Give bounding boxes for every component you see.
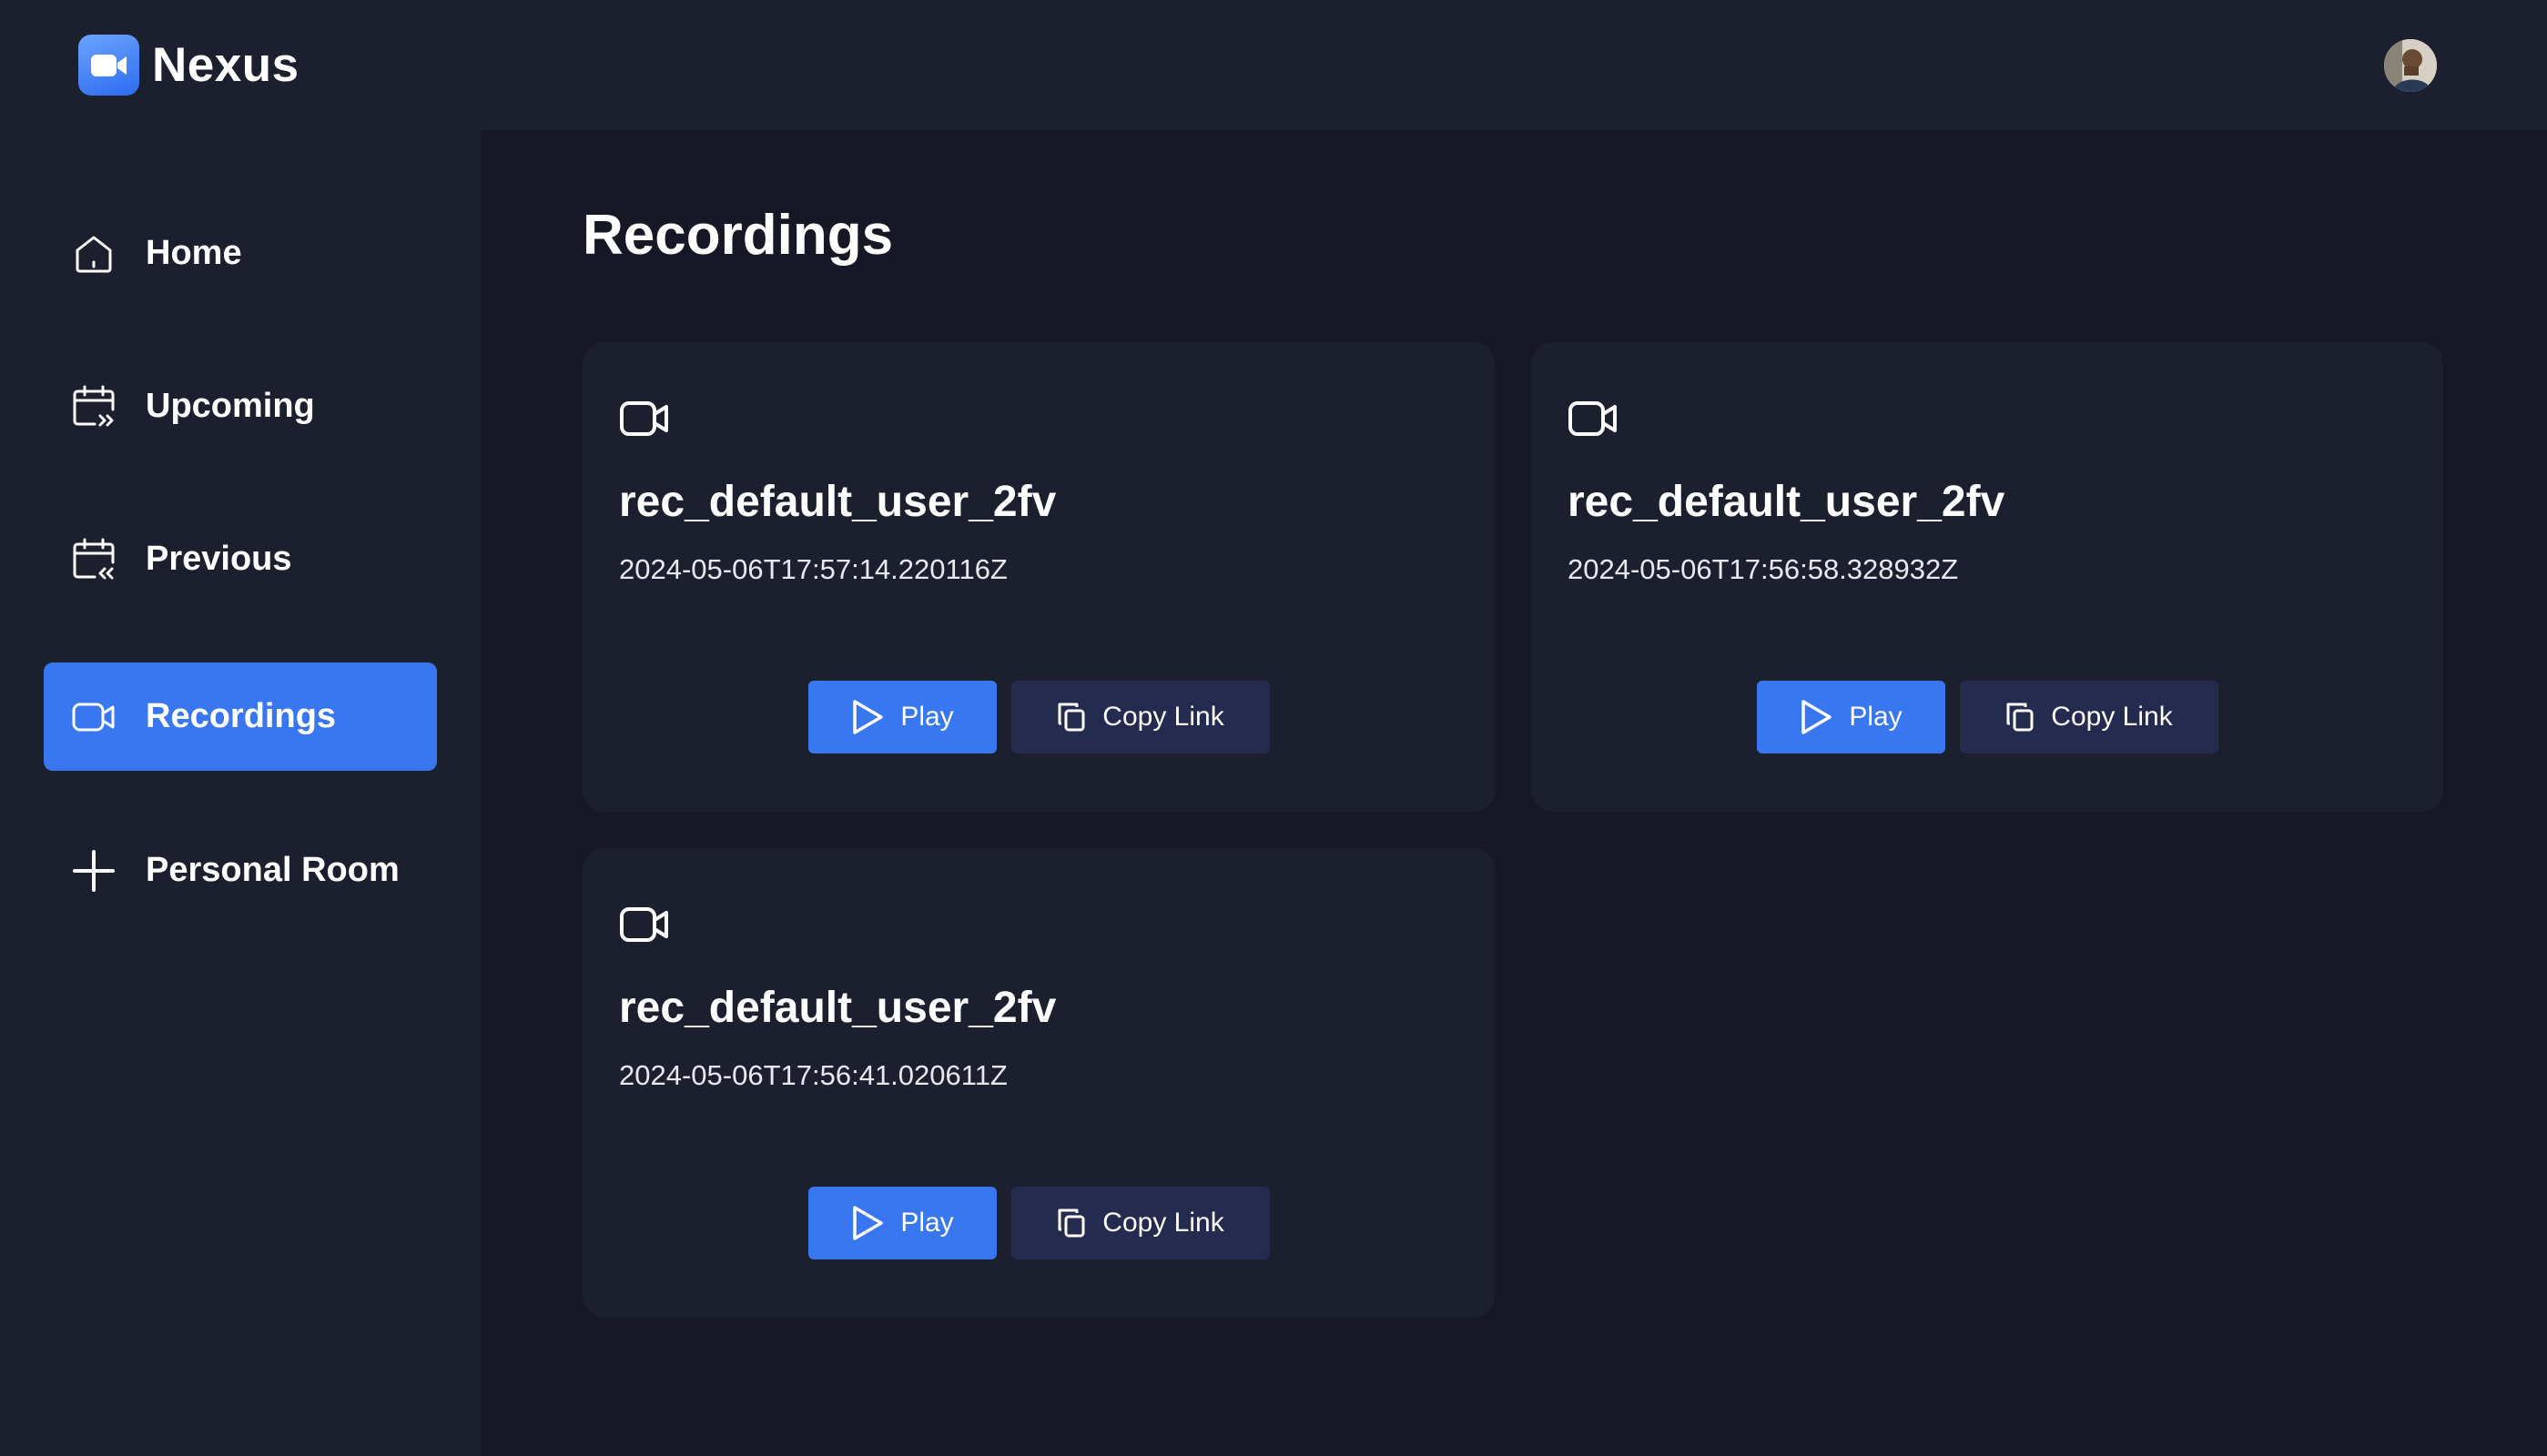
copy-link-label: Copy Link	[2051, 702, 2173, 732]
recording-name: rec_default_user_2fv	[1568, 478, 2005, 526]
play-label: Play	[900, 702, 954, 732]
sidebar: Home Upcoming Previous Recordings Person…	[0, 130, 481, 1456]
video-camera-icon	[78, 35, 139, 96]
sidebar-item-label: Upcoming	[146, 387, 315, 425]
sidebar-item-label: Personal Room	[146, 851, 400, 889]
copy-link-button[interactable]: Copy Link	[1011, 1187, 1270, 1259]
play-label: Play	[900, 1208, 954, 1238]
recording-name: rec_default_user_2fv	[619, 478, 1057, 526]
plus-icon	[71, 848, 117, 894]
recording-date: 2024-05-06T17:57:14.220116Z	[619, 553, 1008, 585]
recording-card: rec_default_user_2fv 2024-05-06T17:57:14…	[583, 342, 1495, 812]
app-logo[interactable]: Nexus	[78, 35, 299, 96]
sidebar-item-previous[interactable]: Previous	[44, 505, 437, 613]
play-icon	[1800, 699, 1832, 735]
video-icon	[71, 694, 117, 740]
copy-link-label: Copy Link	[1102, 702, 1224, 732]
recording-date: 2024-05-06T17:56:41.020611Z	[619, 1059, 1008, 1091]
copy-icon	[1057, 702, 1086, 733]
app-name: Nexus	[152, 38, 299, 92]
calendar-upcoming-icon	[71, 384, 117, 430]
copy-link-button[interactable]: Copy Link	[1960, 681, 2218, 753]
recording-card: rec_default_user_2fv 2024-05-06T17:56:41…	[583, 848, 1495, 1318]
video-icon	[1568, 399, 1619, 444]
page-title: Recordings	[583, 204, 894, 267]
recording-name: rec_default_user_2fv	[619, 984, 1057, 1032]
sidebar-item-label: Previous	[146, 540, 292, 578]
recording-card: rec_default_user_2fv 2024-05-06T17:56:58…	[1531, 342, 2443, 812]
play-button[interactable]: Play	[1757, 681, 1945, 753]
calendar-previous-icon	[71, 537, 117, 582]
sidebar-item-recordings[interactable]: Recordings	[44, 662, 437, 771]
sidebar-item-label: Recordings	[146, 697, 337, 735]
top-bar: Nexus	[0, 0, 2547, 130]
copy-icon	[1057, 1208, 1086, 1239]
copy-link-button[interactable]: Copy Link	[1011, 681, 1270, 753]
copy-link-label: Copy Link	[1102, 1208, 1224, 1238]
play-label: Play	[1849, 702, 1903, 732]
video-icon	[619, 399, 670, 444]
home-icon	[71, 231, 117, 277]
play-button[interactable]: Play	[808, 1187, 997, 1259]
sidebar-item-home[interactable]: Home	[44, 199, 437, 308]
recording-date: 2024-05-06T17:56:58.328932Z	[1568, 553, 1959, 585]
sidebar-item-label: Home	[146, 234, 242, 272]
main-content: Recordings rec_default_user_2fv 2024-05-…	[481, 130, 2547, 1456]
video-icon	[619, 905, 670, 950]
sidebar-item-upcoming[interactable]: Upcoming	[44, 352, 437, 460]
play-button[interactable]: Play	[808, 681, 997, 753]
user-avatar[interactable]	[2384, 39, 2437, 92]
sidebar-item-personal-room[interactable]: Personal Room	[44, 816, 437, 925]
play-icon	[851, 699, 884, 735]
copy-icon	[2005, 702, 2035, 733]
play-icon	[851, 1205, 884, 1241]
